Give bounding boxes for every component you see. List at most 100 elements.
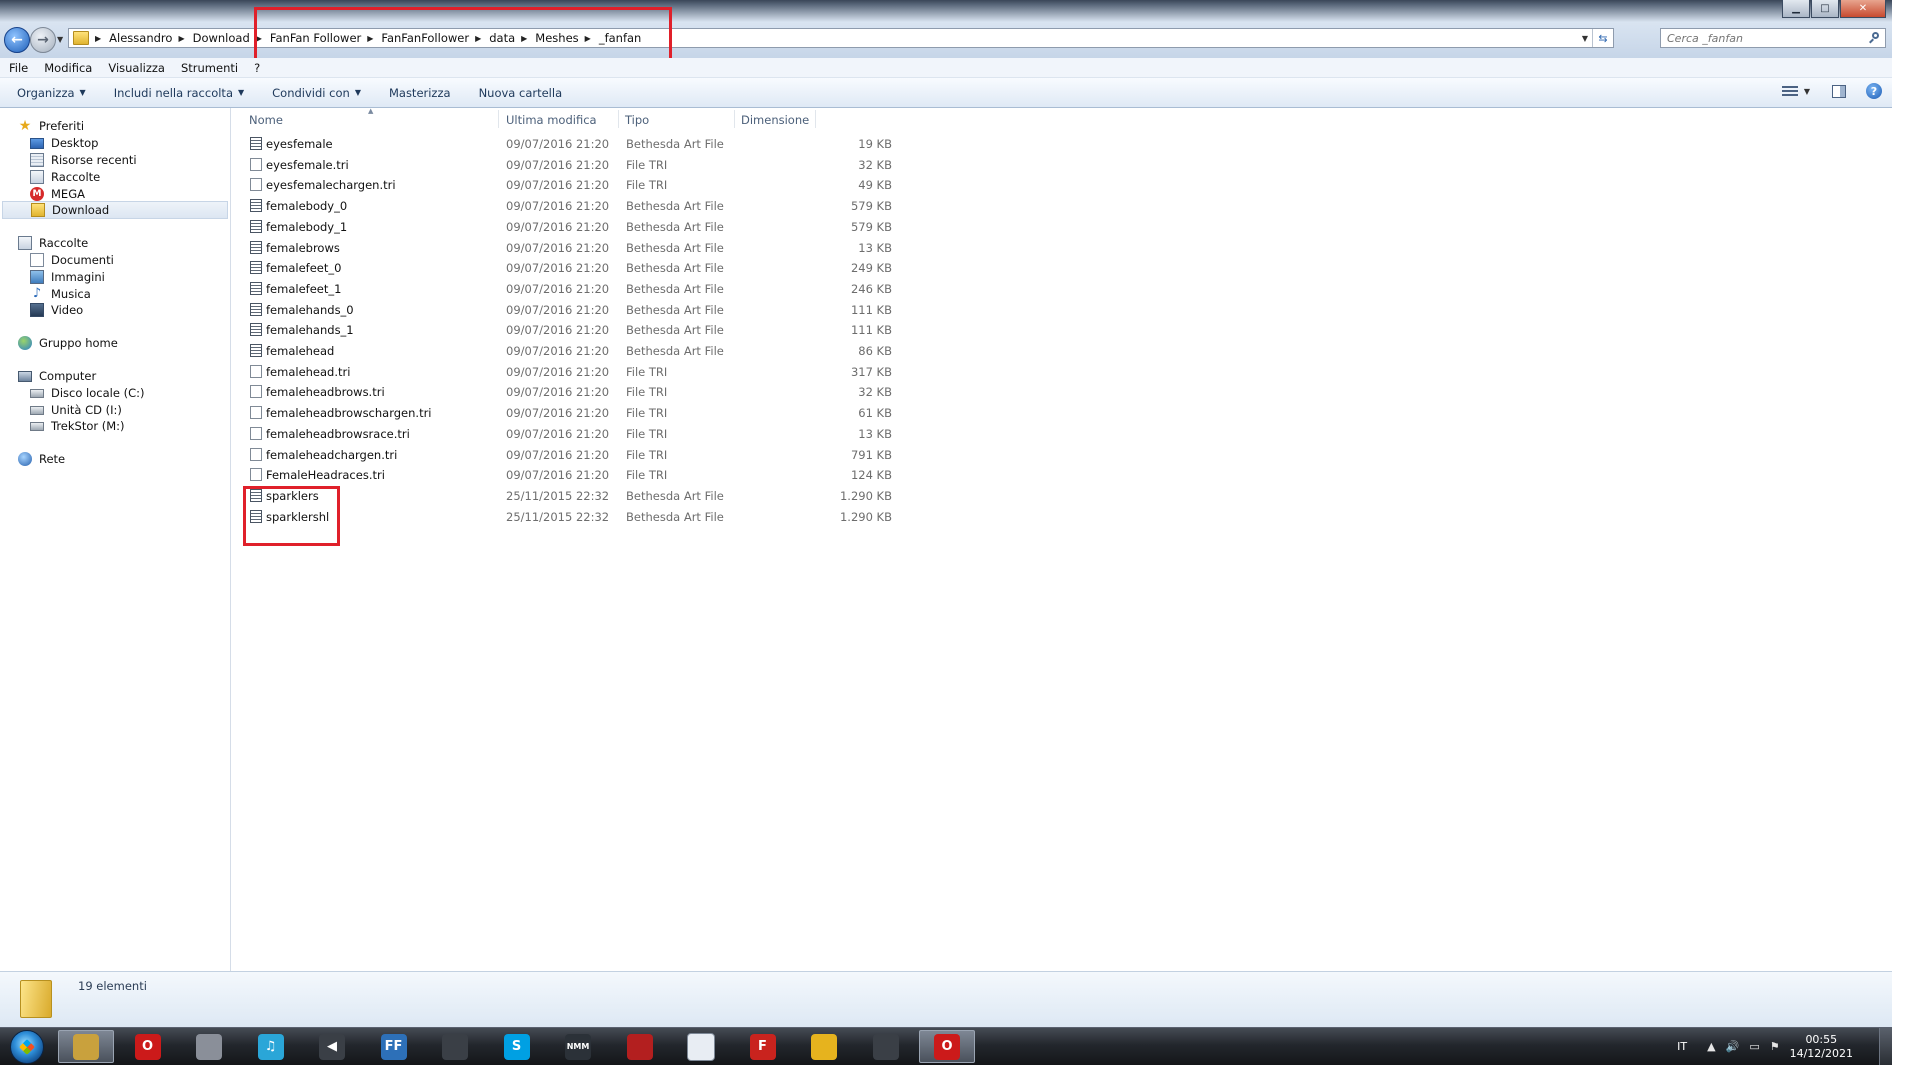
table-row[interactable]: femalebody_1 09/07/2016 21:20 Bethesda Art… — [246, 218, 1046, 235]
menu-modifica[interactable]: Modifica — [35, 61, 99, 75]
menu-bar: File Modifica Visualizza Strumenti ? — [0, 58, 1892, 78]
sidebar-item-immagini[interactable]: Immagini — [30, 268, 105, 286]
includi-raccolta-button[interactable]: Includi nella raccolta ▼ — [100, 86, 258, 100]
sidebar-item-download[interactable]: Download — [2, 201, 228, 219]
taskbar-nmm-button[interactable]: NMM — [550, 1030, 606, 1063]
column-type[interactable]: Tipo — [625, 113, 649, 127]
table-row[interactable]: femalefeet_1 09/07/2016 21:20 Bethesda Art… — [246, 280, 1046, 297]
volume-icon[interactable]: 🔊 — [1726, 1040, 1740, 1053]
table-row[interactable]: femalehands_0 09/07/2016 21:20 Bethesda Ar… — [246, 301, 1046, 318]
menu-help[interactable]: ? — [245, 61, 267, 75]
recent-pages-dropdown[interactable]: ▼ — [57, 35, 63, 44]
table-row[interactable]: femalehands_1 09/07/2016 21:20 Bethesda Ar… — [246, 321, 1046, 338]
table-row[interactable]: femaleheadbrowschargen.tri 09/07/2016 21:… — [246, 404, 1046, 421]
taskbar-itunes-button[interactable]: ♫ — [243, 1030, 299, 1063]
sidebar-item-trekstor[interactable]: TrekStor (M:) — [30, 417, 125, 435]
breadcrumb-alessandro[interactable]: Alessandro ▶ — [109, 31, 192, 45]
file-size: 19 KB — [858, 137, 892, 151]
minimize-button[interactable]: ▁ — [1782, 0, 1810, 18]
view-options-icon[interactable] — [1781, 84, 1798, 98]
table-row[interactable]: femalehead.tri 09/07/2016 21:20 File TRI 31… — [246, 363, 1046, 380]
taskbar-explorer-button[interactable] — [58, 1030, 114, 1063]
taskbar-skyrim-button[interactable] — [858, 1030, 914, 1063]
column-divider[interactable] — [734, 110, 735, 128]
sidebar-item-video[interactable]: Video — [30, 301, 83, 319]
column-divider[interactable] — [618, 110, 619, 128]
table-row[interactable]: femalehead 09/07/2016 21:20 Bethesda Art F… — [246, 342, 1046, 359]
table-row[interactable]: femaleheadbrows.tri 09/07/2016 21:20 File … — [246, 383, 1046, 400]
show-hidden-icons-arrow-icon[interactable]: ▲ — [1707, 1040, 1715, 1053]
table-row[interactable]: femalefeet_0 09/07/2016 21:20 Bethesda Art… — [246, 259, 1046, 276]
table-row[interactable]: sparklers 25/11/2015 22:32 Bethesda Art Fi… — [246, 487, 1046, 504]
table-row[interactable]: sparklershl 25/11/2015 22:32 Bethesda Art … — [246, 508, 1046, 525]
file-list: ▲ Nome Ultima modifica Tipo Dimensione e… — [231, 107, 1892, 971]
sidebar-network[interactable]: Rete — [18, 450, 65, 468]
clock[interactable]: 00:55 14/12/2021 — [1790, 1033, 1853, 1061]
table-row[interactable]: femaleheadchargen.tri 09/07/2016 21:20 Fil… — [246, 446, 1046, 463]
address-history-dropdown[interactable]: ▼ — [1578, 34, 1592, 43]
help-icon[interactable]: ? — [1866, 83, 1882, 99]
column-modified[interactable]: Ultima modifica — [506, 113, 597, 127]
taskbar-skype-button[interactable]: S — [489, 1030, 545, 1063]
table-row[interactable]: eyesfemalechargen.tri 09/07/2016 21:20 Fil… — [246, 176, 1046, 193]
menu-file[interactable]: File — [0, 61, 35, 75]
sidebar-computer[interactable]: Computer — [18, 367, 96, 385]
action-center-flag-icon[interactable]: ⚑ — [1770, 1040, 1780, 1053]
sidebar-item-risorse-recenti[interactable]: Risorse recenti — [30, 151, 137, 169]
taskbar-window-app-button[interactable] — [673, 1030, 729, 1063]
taskbar-ffdec-button[interactable]: FF — [366, 1030, 422, 1063]
library-icon — [18, 236, 32, 250]
start-button[interactable] — [10, 1030, 44, 1064]
sidebar-item-desktop[interactable]: Desktop — [30, 134, 98, 152]
back-button[interactable]: ← — [4, 27, 30, 53]
sidebar-item-raccolte-fav[interactable]: Raccolte — [30, 168, 100, 186]
search-input[interactable] — [1667, 31, 1857, 45]
nif-file-icon — [250, 302, 262, 316]
masterizza-button[interactable]: Masterizza — [375, 86, 465, 100]
sidebar-favorites[interactable]: ★ Preferiti — [18, 117, 84, 135]
column-name[interactable]: Nome — [249, 113, 283, 127]
breadcrumb-root-arrow[interactable]: ▶ — [93, 34, 109, 43]
table-row[interactable]: femalebrows 09/07/2016 21:20 Bethesda Art … — [246, 239, 1046, 256]
blank-file-icon — [250, 426, 262, 440]
close-button[interactable]: ✕ — [1840, 0, 1886, 18]
red-highlight-files — [243, 486, 340, 546]
column-divider[interactable] — [815, 110, 816, 128]
column-size[interactable]: Dimensione — [741, 113, 809, 127]
column-divider[interactable] — [498, 110, 499, 128]
search-icon[interactable] — [1869, 32, 1881, 44]
taskbar-yellow-app-button[interactable] — [796, 1030, 852, 1063]
organizza-button[interactable]: Organizza ▼ — [0, 86, 100, 100]
preview-pane-icon[interactable] — [1832, 84, 1846, 98]
desktop-icon — [30, 137, 44, 149]
view-dropdown[interactable]: ▼ — [1804, 87, 1810, 96]
sidebar-item-documenti[interactable]: Documenti — [30, 251, 114, 269]
network-icon[interactable]: ▭ — [1749, 1040, 1759, 1053]
taskbar-filezilla-button[interactable]: F — [735, 1030, 791, 1063]
sidebar-item-disco-c[interactable]: Disco locale (C:) — [30, 384, 144, 402]
table-row[interactable]: femalebody_0 09/07/2016 21:20 Bethesda Art… — [246, 197, 1046, 214]
nuova-cartella-button[interactable]: Nuova cartella — [465, 86, 577, 100]
language-indicator[interactable]: IT — [1677, 1040, 1687, 1053]
show-desktop-button[interactable] — [1879, 1028, 1892, 1065]
table-row[interactable]: eyesfemale.tri 09/07/2016 21:20 File TRI 32… — [246, 156, 1046, 173]
navigation-pane: ★ Preferiti Desktop Risorse recenti Racco… — [0, 108, 231, 971]
taskbar-red-gear-app-button[interactable] — [612, 1030, 668, 1063]
maximize-button[interactable]: □ — [1811, 0, 1839, 18]
condividi-button[interactable]: Condividi con ▼ — [258, 86, 375, 100]
table-row[interactable]: femaleheadbrowsrace.tri 09/07/2016 21:20 F… — [246, 425, 1046, 442]
taskbar-opera-2-button[interactable]: O — [919, 1030, 975, 1063]
taskbar-speaker-app-button[interactable]: ◀ — [304, 1030, 360, 1063]
menu-visualizza[interactable]: Visualizza — [99, 61, 172, 75]
forward-button[interactable]: → — [30, 27, 56, 53]
taskbar-people-app-button[interactable] — [427, 1030, 483, 1063]
refresh-icon[interactable]: ⇆ — [1592, 29, 1613, 47]
window-app-icon — [687, 1032, 715, 1061]
taskbar-app-grid-button[interactable] — [181, 1030, 237, 1063]
table-row[interactable]: eyesfemale 09/07/2016 21:20 Bethesda Art F… — [246, 135, 1046, 152]
menu-strumenti[interactable]: Strumenti — [172, 61, 245, 75]
sidebar-homegroup[interactable]: Gruppo home — [18, 334, 118, 352]
sidebar-libraries[interactable]: Raccolte — [18, 234, 88, 252]
taskbar-opera-button[interactable]: O — [120, 1030, 176, 1063]
table-row[interactable]: FemaleHeadraces.tri 09/07/2016 21:20 File … — [246, 466, 1046, 483]
